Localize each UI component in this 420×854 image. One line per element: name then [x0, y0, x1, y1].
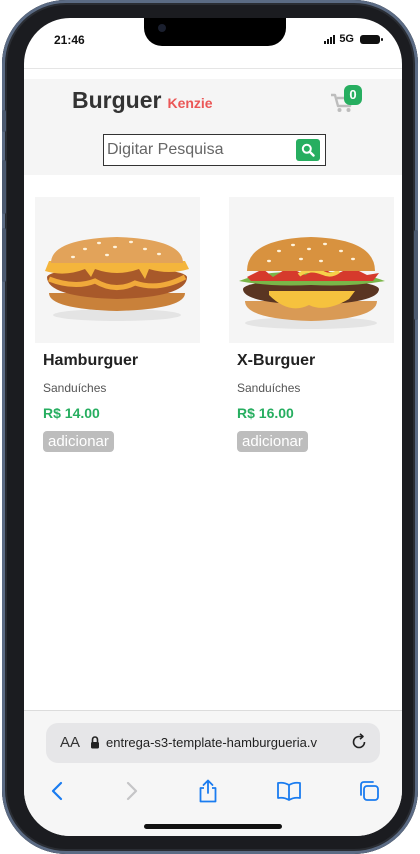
- lock-icon: [91, 736, 99, 749]
- reload-icon[interactable]: [350, 733, 368, 751]
- mute-switch: [2, 110, 6, 132]
- phone-screen: 21:46 5G Burguer Kenzie 0 Digitar Pesqui…: [24, 18, 402, 836]
- text-size-button[interactable]: AA: [60, 734, 80, 751]
- battery-icon: [360, 34, 383, 44]
- brand-subtitle: Kenzie: [167, 95, 213, 111]
- status-bar: 21:46 5G: [24, 18, 402, 64]
- add-to-cart-button[interactable]: adicionar: [43, 431, 114, 452]
- volume-down-button: [2, 228, 6, 282]
- product-price: R$ 16.00: [237, 405, 294, 421]
- volume-up-button: [2, 160, 6, 214]
- search-input[interactable]: [104, 141, 292, 159]
- phone-frame: 21:46 5G Burguer Kenzie 0 Digitar Pesqui…: [2, 0, 418, 854]
- search-bar: [103, 134, 326, 166]
- back-button[interactable]: [43, 777, 71, 805]
- book-icon: [277, 781, 301, 801]
- app-viewport: Burguer Kenzie 0 Digitar Pesquisa Hambur…: [24, 68, 402, 710]
- home-indicator[interactable]: [144, 824, 282, 829]
- front-camera-icon: [158, 24, 166, 32]
- add-to-cart-button[interactable]: adicionar: [237, 431, 308, 452]
- cart-count-badge: 0: [344, 85, 362, 105]
- chevron-left-icon: [51, 781, 63, 801]
- status-time: 21:46: [54, 33, 85, 47]
- x-burger-image: [229, 197, 394, 343]
- tabs-icon: [360, 781, 379, 801]
- brand-title: Burguer: [72, 87, 162, 113]
- brand-logo: Burguer Kenzie: [72, 87, 213, 114]
- product-card: Hamburguer Sanduíches R$ 14.00 adicionar: [35, 197, 200, 452]
- status-indicators: 5G: [324, 33, 383, 45]
- browser-toolbar: [24, 777, 402, 809]
- search-icon: [301, 143, 315, 157]
- browser-chrome: AA entrega-s3-template-hamburgueria.v: [24, 710, 402, 836]
- search-button[interactable]: [296, 139, 320, 161]
- address-bar[interactable]: AA entrega-s3-template-hamburgueria.v: [46, 723, 380, 763]
- hamburger-image: [35, 197, 200, 343]
- bookmarks-button[interactable]: [275, 777, 303, 805]
- page-header: Burguer Kenzie 0: [24, 79, 402, 175]
- cart-button[interactable]: 0: [330, 85, 362, 115]
- network-label: 5G: [339, 33, 354, 45]
- signal-icon: [324, 34, 336, 44]
- notch: [144, 18, 286, 46]
- tabs-button[interactable]: [355, 777, 383, 805]
- url-text: entrega-s3-template-hamburgueria.v: [106, 735, 317, 750]
- share-icon: [199, 779, 217, 803]
- product-card: X-Burguer Sanduíches R$ 16.00 adicionar: [229, 197, 394, 452]
- forward-button[interactable]: [118, 777, 146, 805]
- product-name: Hamburguer: [43, 352, 139, 369]
- product-category: Sanduíches: [237, 381, 301, 395]
- share-button[interactable]: [194, 777, 222, 805]
- power-button: [414, 230, 418, 320]
- chevron-right-icon: [126, 781, 138, 801]
- product-price: R$ 14.00: [43, 405, 100, 421]
- product-category: Sanduíches: [43, 381, 107, 395]
- product-name: X-Burguer: [237, 352, 316, 369]
